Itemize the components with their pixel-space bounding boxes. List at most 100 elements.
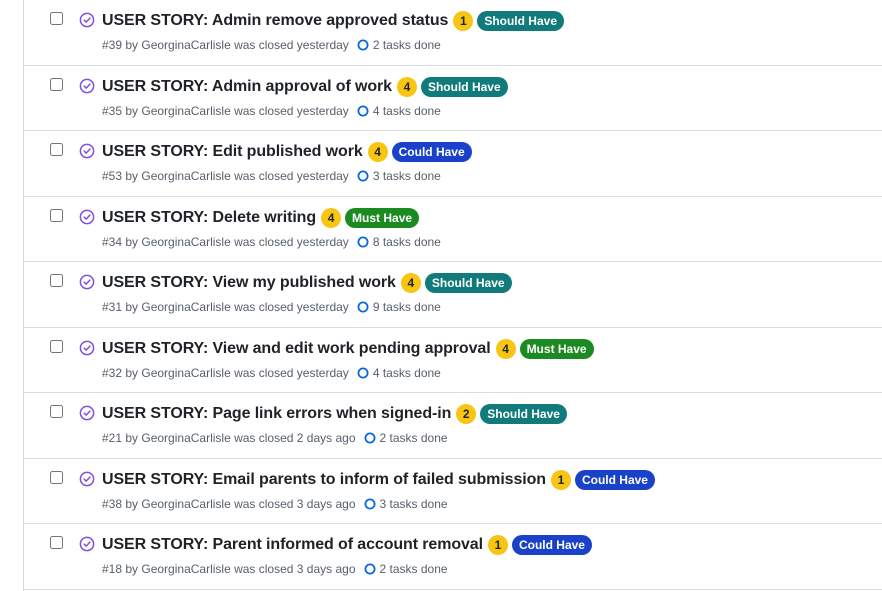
issue-row: USER STORY: Delete writing 4 Must Have #… — [24, 197, 882, 262]
priority-label[interactable]: Could Have — [511, 535, 592, 555]
issue-by-text: by — [122, 234, 142, 249]
issue-select-checkbox[interactable] — [50, 274, 63, 287]
issue-closed-text: was closed 3 days ago — [230, 496, 356, 511]
issue-number: #21 — [102, 431, 123, 445]
issue-by-text: by — [122, 365, 142, 380]
issue-closed-text: was closed 3 days ago — [230, 562, 356, 576]
issue-title-line: USER STORY: Page link errors when signed… — [102, 403, 872, 425]
issue-row: USER STORY: View and edit work pending a… — [24, 328, 882, 393]
issue-title-link[interactable]: USER STORY: Admin remove approved status — [102, 12, 448, 30]
issue-count-badge: 4 — [396, 76, 417, 97]
issue-author-link[interactable]: GeorginaCarlisle — [141, 235, 230, 249]
issue-author-link[interactable]: GeorginaCarlisle — [141, 104, 230, 118]
issue-number: #35 — [102, 103, 123, 118]
issue-title-link[interactable]: USER STORY: Email parents to inform of f… — [102, 471, 546, 489]
issue-title-link[interactable]: USER STORY: View and edit work pending a… — [102, 340, 491, 358]
priority-label[interactable]: Could Have — [574, 469, 655, 490]
issue-closed-check-icon — [79, 209, 95, 224]
issue-author-link[interactable]: GeorginaCarlisle — [141, 562, 230, 576]
issue-select-checkbox[interactable] — [50, 536, 63, 549]
issue-title-link[interactable]: USER STORY: View my published work — [102, 274, 396, 292]
issue-closed-check-icon — [79, 405, 95, 421]
issue-count-badge: 1 — [550, 469, 571, 490]
issue-select-checkbox[interactable] — [50, 77, 63, 91]
issue-select-checkbox[interactable] — [50, 143, 63, 156]
issue-select-checkbox[interactable] — [50, 208, 63, 222]
tasks-done-text[interactable]: 9 tasks done — [373, 300, 441, 314]
issue-title-line: USER STORY: Admin remove approved status… — [102, 10, 872, 32]
issue-closed-text: was closed 2 days ago — [230, 431, 356, 445]
issue-select-checkbox[interactable] — [50, 339, 63, 353]
issue-title-link[interactable]: USER STORY: Admin approval of work — [102, 78, 392, 96]
issue-closed-check-icon — [79, 536, 95, 552]
priority-label[interactable]: Should Have — [424, 273, 512, 293]
issue-row: USER STORY: Admin approval of work 4 Sho… — [24, 66, 882, 131]
issue-by-text: by — [122, 38, 142, 52]
issue-title-link[interactable]: USER STORY: Delete writing — [102, 209, 316, 227]
issue-number: #18 — [102, 562, 123, 576]
task-progress-ring-icon — [364, 432, 375, 444]
issue-list: USER STORY: Admin remove approved status… — [23, 0, 882, 591]
task-progress-ring-icon — [357, 367, 369, 378]
tasks-done-text[interactable]: 2 tasks done — [380, 431, 448, 445]
task-progress-ring-icon — [357, 105, 369, 116]
issue-number: #38 — [102, 496, 123, 511]
tasks-done-text[interactable]: 4 tasks done — [373, 366, 441, 380]
task-progress-ring-icon — [357, 301, 369, 313]
issue-author-link[interactable]: GeorginaCarlisle — [141, 431, 230, 445]
issue-meta: #21 by GeorginaCarlisle was closed 2 day… — [102, 430, 448, 446]
issue-by-text: by — [122, 169, 142, 183]
issue-by-text: by — [122, 562, 142, 576]
priority-label[interactable]: Should Have — [477, 11, 564, 31]
tasks-done-text[interactable]: 8 tasks done — [373, 235, 441, 249]
issue-number: #53 — [102, 169, 123, 183]
task-progress-ring-icon — [364, 563, 375, 575]
issue-author-link[interactable]: GeorginaCarlisle — [141, 38, 230, 52]
issue-closed-check-icon — [79, 340, 95, 355]
task-progress-ring-icon — [357, 170, 369, 182]
tasks-done-text[interactable]: 3 tasks done — [380, 497, 448, 511]
issue-meta: #18 by GeorginaCarlisle was closed 3 day… — [102, 561, 448, 577]
issue-number: #34 — [102, 234, 123, 249]
issue-title-link[interactable]: USER STORY: Parent informed of account r… — [102, 536, 483, 554]
tasks-done-text[interactable]: 3 tasks done — [373, 169, 441, 183]
priority-label[interactable]: Should Have — [420, 76, 508, 97]
issue-author-link[interactable]: GeorginaCarlisle — [141, 300, 230, 314]
priority-label[interactable]: Must Have — [519, 338, 594, 359]
task-progress-ring-icon — [357, 39, 369, 51]
priority-label[interactable]: Should Have — [480, 404, 567, 424]
issue-count-badge: 4 — [400, 273, 421, 293]
issue-title-line: USER STORY: Parent informed of account r… — [102, 534, 872, 556]
issue-by-text: by — [122, 300, 142, 314]
issue-number: #39 — [102, 38, 123, 52]
issue-author-link[interactable]: GeorginaCarlisle — [141, 366, 230, 380]
issue-meta: #31 by GeorginaCarlisle was closed yeste… — [102, 299, 441, 315]
issue-title-line: USER STORY: Admin approval of work 4 Sho… — [102, 76, 872, 98]
issue-select-checkbox[interactable] — [50, 405, 63, 418]
issue-by-text: by — [122, 431, 142, 445]
issue-author-link[interactable]: GeorginaCarlisle — [141, 497, 230, 511]
tasks-done-text[interactable]: 2 tasks done — [373, 38, 441, 52]
issue-meta: #53 by GeorginaCarlisle was closed yeste… — [102, 168, 441, 184]
priority-label[interactable]: Could Have — [391, 142, 472, 162]
issue-select-checkbox[interactable] — [50, 12, 63, 25]
issue-row: USER STORY: Page link errors when signed… — [24, 393, 882, 459]
priority-label[interactable]: Must Have — [345, 207, 420, 228]
issue-count-badge: 1 — [453, 11, 474, 31]
issue-count-badge: 1 — [487, 535, 508, 555]
issue-row: USER STORY: Parent informed of account r… — [24, 524, 882, 590]
tasks-done-text[interactable]: 4 tasks done — [373, 104, 441, 118]
issue-row: USER STORY: Email parents to inform of f… — [24, 459, 882, 524]
issue-closed-text: was closed yesterday — [230, 38, 349, 52]
issue-author-link[interactable]: GeorginaCarlisle — [141, 169, 230, 183]
issue-select-checkbox[interactable] — [50, 470, 63, 484]
issue-count-badge: 4 — [495, 338, 516, 359]
issue-by-text: by — [122, 103, 142, 118]
task-progress-ring-icon — [364, 498, 375, 509]
tasks-done-text[interactable]: 2 tasks done — [380, 562, 448, 576]
issue-meta: #38 by GeorginaCarlisle was closed 3 day… — [102, 496, 448, 512]
issue-title-line: USER STORY: Delete writing 4 Must Have — [102, 207, 872, 229]
issue-title-link[interactable]: USER STORY: Page link errors when signed… — [102, 405, 451, 423]
issue-count-badge: 2 — [456, 404, 477, 424]
issue-title-link[interactable]: USER STORY: Edit published work — [102, 143, 363, 161]
